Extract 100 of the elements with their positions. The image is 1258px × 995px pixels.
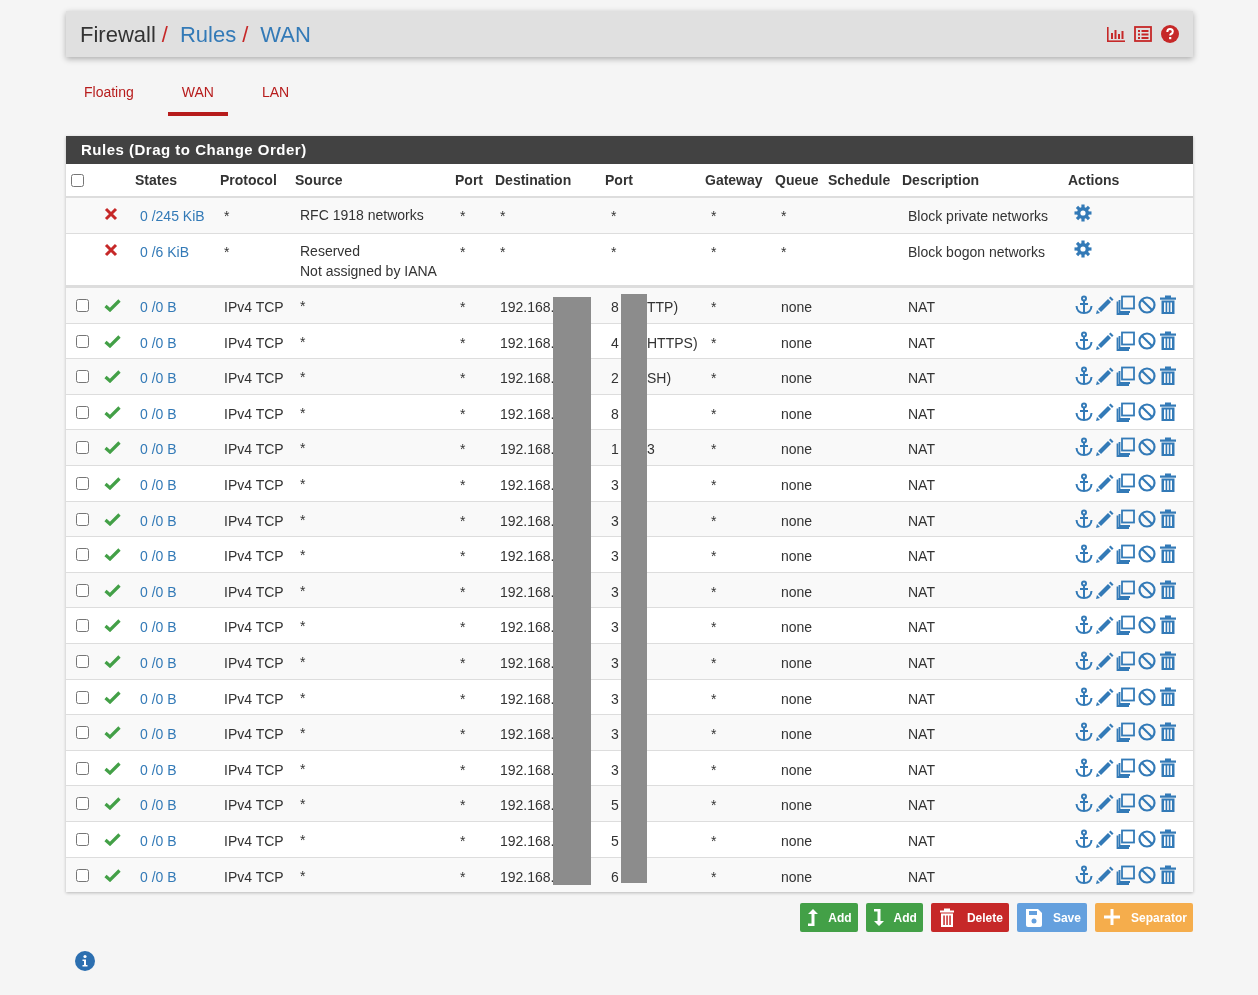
- checkbox[interactable]: [76, 405, 89, 419]
- ban-icon[interactable]: [1137, 330, 1157, 351]
- trash-icon[interactable]: [1158, 650, 1178, 671]
- anchor-icon[interactable]: [1074, 472, 1094, 493]
- copy-icon[interactable]: [1116, 544, 1136, 565]
- anchor-icon[interactable]: [1074, 828, 1094, 849]
- trash-icon[interactable]: [1158, 330, 1178, 351]
- pencil-icon[interactable]: [1095, 686, 1115, 707]
- states-link[interactable]: 0 /0 B: [140, 370, 177, 387]
- tab[interactable]: Floating: [70, 79, 148, 116]
- trash-icon[interactable]: [1158, 401, 1178, 422]
- checkbox[interactable]: [76, 370, 89, 384]
- states-link[interactable]: 0 /0 B: [140, 441, 177, 458]
- ban-icon[interactable]: [1137, 508, 1157, 529]
- states-link[interactable]: 0 /0 B: [140, 583, 177, 600]
- delete-button[interactable]: Delete: [930, 903, 1009, 933]
- help-icon[interactable]: [1161, 25, 1179, 43]
- copy-icon[interactable]: [1116, 437, 1136, 458]
- pencil-icon[interactable]: [1095, 864, 1115, 885]
- bar-chart-icon[interactable]: [1107, 26, 1125, 42]
- info-icon[interactable]: [75, 951, 95, 972]
- pencil-icon[interactable]: [1095, 437, 1115, 458]
- anchor-icon[interactable]: [1074, 508, 1094, 529]
- trash-icon[interactable]: [1158, 828, 1178, 849]
- checkbox[interactable]: [76, 761, 89, 775]
- ban-icon[interactable]: [1137, 615, 1157, 636]
- trash-icon[interactable]: [1158, 722, 1178, 743]
- ban-icon[interactable]: [1137, 793, 1157, 814]
- ban-icon[interactable]: [1137, 828, 1157, 849]
- anchor-icon[interactable]: [1074, 366, 1094, 387]
- states-link[interactable]: 0 /0 B: [140, 548, 177, 565]
- checkbox[interactable]: [76, 654, 89, 668]
- trash-icon[interactable]: [1158, 864, 1178, 885]
- ban-icon[interactable]: [1137, 544, 1157, 565]
- list-icon[interactable]: [1134, 26, 1152, 42]
- ban-icon[interactable]: [1137, 295, 1157, 315]
- ban-icon[interactable]: [1137, 437, 1157, 458]
- gear-icon[interactable]: [1074, 204, 1092, 222]
- pencil-icon[interactable]: [1095, 650, 1115, 671]
- pencil-icon[interactable]: [1095, 366, 1115, 387]
- pencil-icon[interactable]: [1095, 828, 1115, 849]
- copy-icon[interactable]: [1116, 686, 1136, 707]
- anchor-icon[interactable]: [1074, 579, 1094, 600]
- states-link[interactable]: 0 /0 B: [140, 654, 177, 671]
- checkbox[interactable]: [76, 690, 89, 704]
- copy-icon[interactable]: [1116, 757, 1136, 778]
- states-link[interactable]: 0 /0 B: [140, 797, 177, 814]
- copy-icon[interactable]: [1116, 793, 1136, 814]
- copy-icon[interactable]: [1116, 722, 1136, 743]
- anchor-icon[interactable]: [1074, 722, 1094, 743]
- copy-icon[interactable]: [1116, 579, 1136, 600]
- trash-icon[interactable]: [1158, 437, 1178, 458]
- anchor-icon[interactable]: [1074, 864, 1094, 885]
- anchor-icon[interactable]: [1074, 544, 1094, 565]
- breadcrumb-link[interactable]: Rules: [179, 17, 237, 51]
- states-link[interactable]: 0 /0 B: [140, 761, 177, 778]
- copy-icon[interactable]: [1116, 401, 1136, 422]
- pencil-icon[interactable]: [1095, 615, 1115, 636]
- tab[interactable]: LAN: [247, 79, 304, 116]
- anchor-icon[interactable]: [1074, 401, 1094, 422]
- copy-icon[interactable]: [1116, 295, 1136, 315]
- states-link[interactable]: 0 /0 B: [140, 299, 177, 315]
- copy-icon[interactable]: [1116, 330, 1136, 351]
- pencil-icon[interactable]: [1095, 793, 1115, 814]
- states-link[interactable]: 0 /0 B: [140, 512, 177, 529]
- states-link[interactable]: 0 /0 B: [140, 334, 177, 351]
- breadcrumb-link[interactable]: WAN: [260, 17, 311, 51]
- checkbox[interactable]: [76, 797, 89, 811]
- trash-icon[interactable]: [1158, 793, 1178, 814]
- copy-icon[interactable]: [1116, 472, 1136, 493]
- ban-icon[interactable]: [1137, 686, 1157, 707]
- checkbox[interactable]: [76, 548, 89, 562]
- trash-icon[interactable]: [1158, 615, 1178, 636]
- checkbox[interactable]: [76, 476, 89, 490]
- checkbox[interactable]: [76, 299, 89, 312]
- pencil-icon[interactable]: [1095, 508, 1115, 529]
- gear-icon[interactable]: [1074, 240, 1092, 258]
- checkbox[interactable]: [76, 868, 89, 882]
- pencil-icon[interactable]: [1095, 757, 1115, 778]
- states-link[interactable]: 0 /0 B: [140, 868, 177, 885]
- pencil-icon[interactable]: [1095, 401, 1115, 422]
- trash-icon[interactable]: [1158, 686, 1178, 707]
- trash-icon[interactable]: [1158, 366, 1178, 387]
- states-link[interactable]: 0 /6 KiB: [140, 244, 190, 260]
- checkbox[interactable]: [71, 173, 84, 187]
- add-button[interactable]: Add: [865, 903, 923, 933]
- checkbox[interactable]: [76, 832, 89, 846]
- copy-icon[interactable]: [1116, 828, 1136, 849]
- checkbox[interactable]: [76, 583, 89, 597]
- ban-icon[interactable]: [1137, 722, 1157, 743]
- pencil-icon[interactable]: [1095, 544, 1115, 565]
- states-link[interactable]: 0 /0 B: [140, 690, 177, 707]
- anchor-icon[interactable]: [1074, 437, 1094, 458]
- ban-icon[interactable]: [1137, 864, 1157, 885]
- anchor-icon[interactable]: [1074, 757, 1094, 778]
- pencil-icon[interactable]: [1095, 295, 1115, 315]
- states-link[interactable]: 0 /245 KiB: [140, 208, 205, 224]
- states-link[interactable]: 0 /0 B: [140, 726, 177, 743]
- states-link[interactable]: 0 /0 B: [140, 619, 177, 636]
- anchor-icon[interactable]: [1074, 615, 1094, 636]
